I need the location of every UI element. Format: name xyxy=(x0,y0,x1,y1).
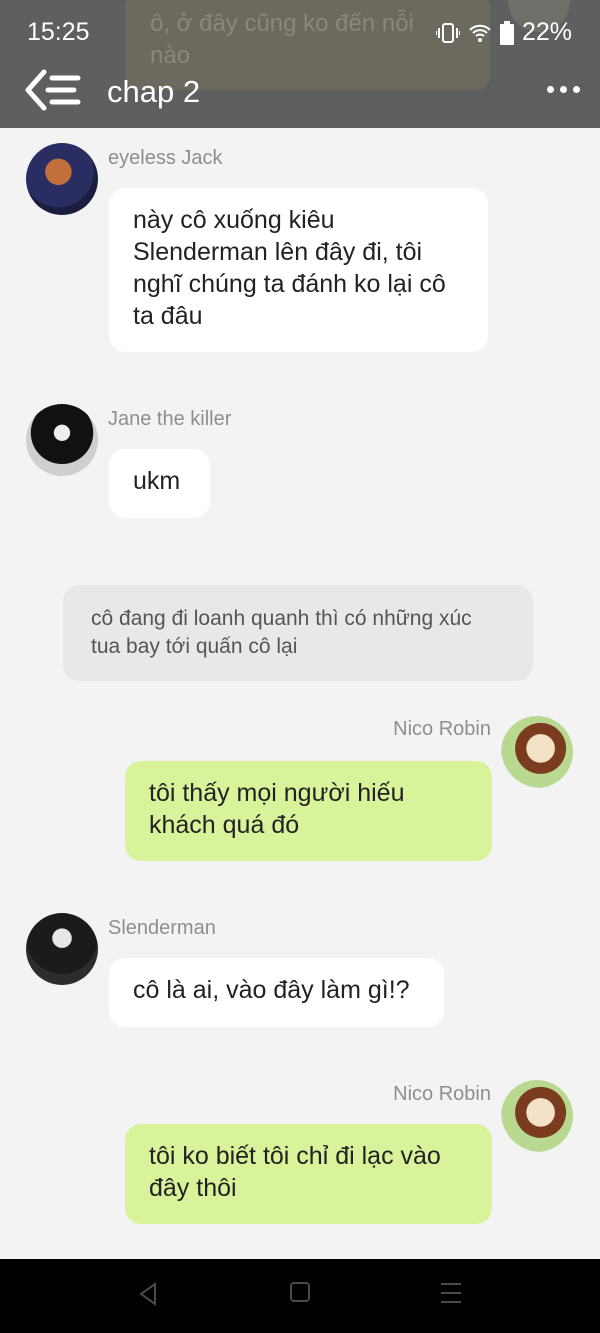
status-time: 15:25 xyxy=(27,18,90,46)
avatar[interactable] xyxy=(501,716,573,788)
status-icons: 22% xyxy=(435,18,572,47)
message-bubble: cô là ai, vào đây làm gì!? xyxy=(109,958,444,1027)
battery-level: 22% xyxy=(521,18,572,46)
nav-home-icon[interactable] xyxy=(289,1281,311,1303)
sender-name: eyeless Jack xyxy=(108,147,223,169)
app-header: ô, ở đây cũng ko đến nỗi nào 15:25 22% c… xyxy=(0,0,600,128)
avatar[interactable] xyxy=(501,1080,573,1152)
narration-bubble: cô đang đi loanh quanh thì có những xúc … xyxy=(63,585,533,681)
message-bubble: này cô xuống kiêu Slenderman lên đây đi,… xyxy=(109,188,488,352)
nav-menu-icon[interactable] xyxy=(440,1281,462,1305)
sender-name: Slenderman xyxy=(108,917,216,939)
wifi-icon xyxy=(469,24,491,42)
message-bubble: ukm xyxy=(109,449,210,518)
system-nav-bar xyxy=(0,1259,600,1333)
page-title: chap 2 xyxy=(107,74,201,109)
avatar[interactable] xyxy=(26,143,98,215)
battery-icon xyxy=(499,20,514,45)
message-bubble: tôi thấy mọi người hiếu khách quá đó xyxy=(125,761,492,861)
more-dots-icon[interactable] xyxy=(547,86,580,93)
sender-name: Nico Robin xyxy=(393,718,491,740)
avatar[interactable] xyxy=(26,404,98,476)
ghost-message-text: ô, ở đây cũng ko đến nỗi nào xyxy=(150,10,414,69)
vibrate-icon xyxy=(435,22,460,43)
sender-name: Nico Robin xyxy=(393,1083,491,1105)
nav-back-icon[interactable] xyxy=(137,1281,159,1307)
sender-name: Jane the killer xyxy=(108,408,232,430)
avatar[interactable] xyxy=(26,913,98,985)
message-bubble: tôi ko biết tôi chỉ đi lạc vào đây thôi xyxy=(125,1124,492,1224)
back-list-icon[interactable] xyxy=(24,68,84,112)
